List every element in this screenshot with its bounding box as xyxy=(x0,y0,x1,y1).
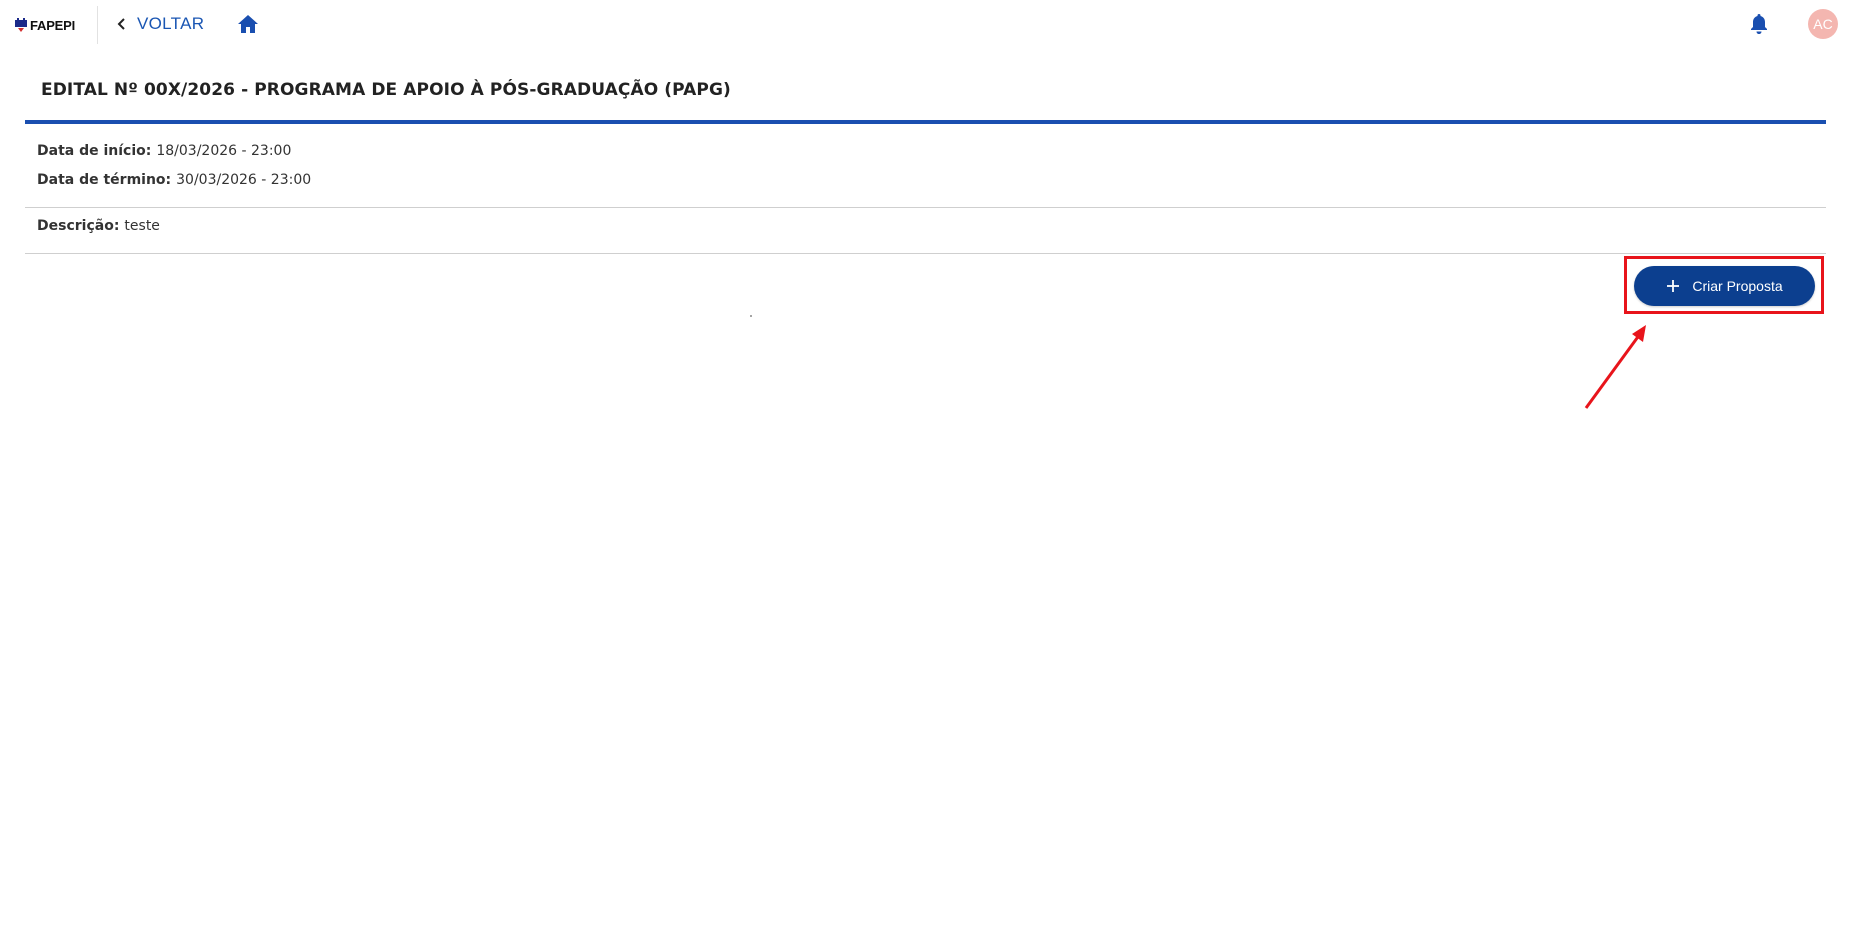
description-label: Descrição: xyxy=(37,218,120,234)
page-title: EDITAL Nº 00X/2026 - PROGRAMA DE APOIO À… xyxy=(41,80,731,100)
end-date-value: 30/03/2026 - 23:00 xyxy=(176,172,312,188)
bell-icon[interactable] xyxy=(1749,13,1769,35)
start-date-label: Data de início: xyxy=(37,143,152,159)
start-date-row: Data de início: 18/03/2026 - 23:00 xyxy=(37,143,291,159)
title-underline xyxy=(25,120,1826,124)
chevron-left-icon xyxy=(117,18,125,30)
end-date-row: Data de término: 30/03/2026 - 23:00 xyxy=(37,172,311,188)
description-row: Descrição: teste xyxy=(37,218,160,234)
home-icon[interactable] xyxy=(237,14,259,34)
user-avatar[interactable]: AC xyxy=(1808,9,1838,39)
annotation-highlight-box xyxy=(1624,256,1824,314)
fapepi-logo-icon xyxy=(15,18,27,32)
description-value: teste xyxy=(124,218,160,234)
fapepi-logo[interactable]: FAPEPI xyxy=(14,14,75,36)
section-divider xyxy=(25,253,1826,254)
top-navigation-bar: FAPEPI VOLTAR AC xyxy=(0,0,1851,47)
back-button[interactable]: VOLTAR xyxy=(115,12,204,36)
section-divider xyxy=(25,207,1826,208)
logo-text: FAPEPI xyxy=(30,17,76,33)
end-date-label: Data de término: xyxy=(37,172,172,188)
cursor-artifact xyxy=(750,315,752,317)
back-button-label: VOLTAR xyxy=(137,14,205,33)
header-divider xyxy=(97,6,98,44)
annotation-arrow-icon xyxy=(1584,325,1646,409)
start-date-value: 18/03/2026 - 23:00 xyxy=(156,143,292,159)
